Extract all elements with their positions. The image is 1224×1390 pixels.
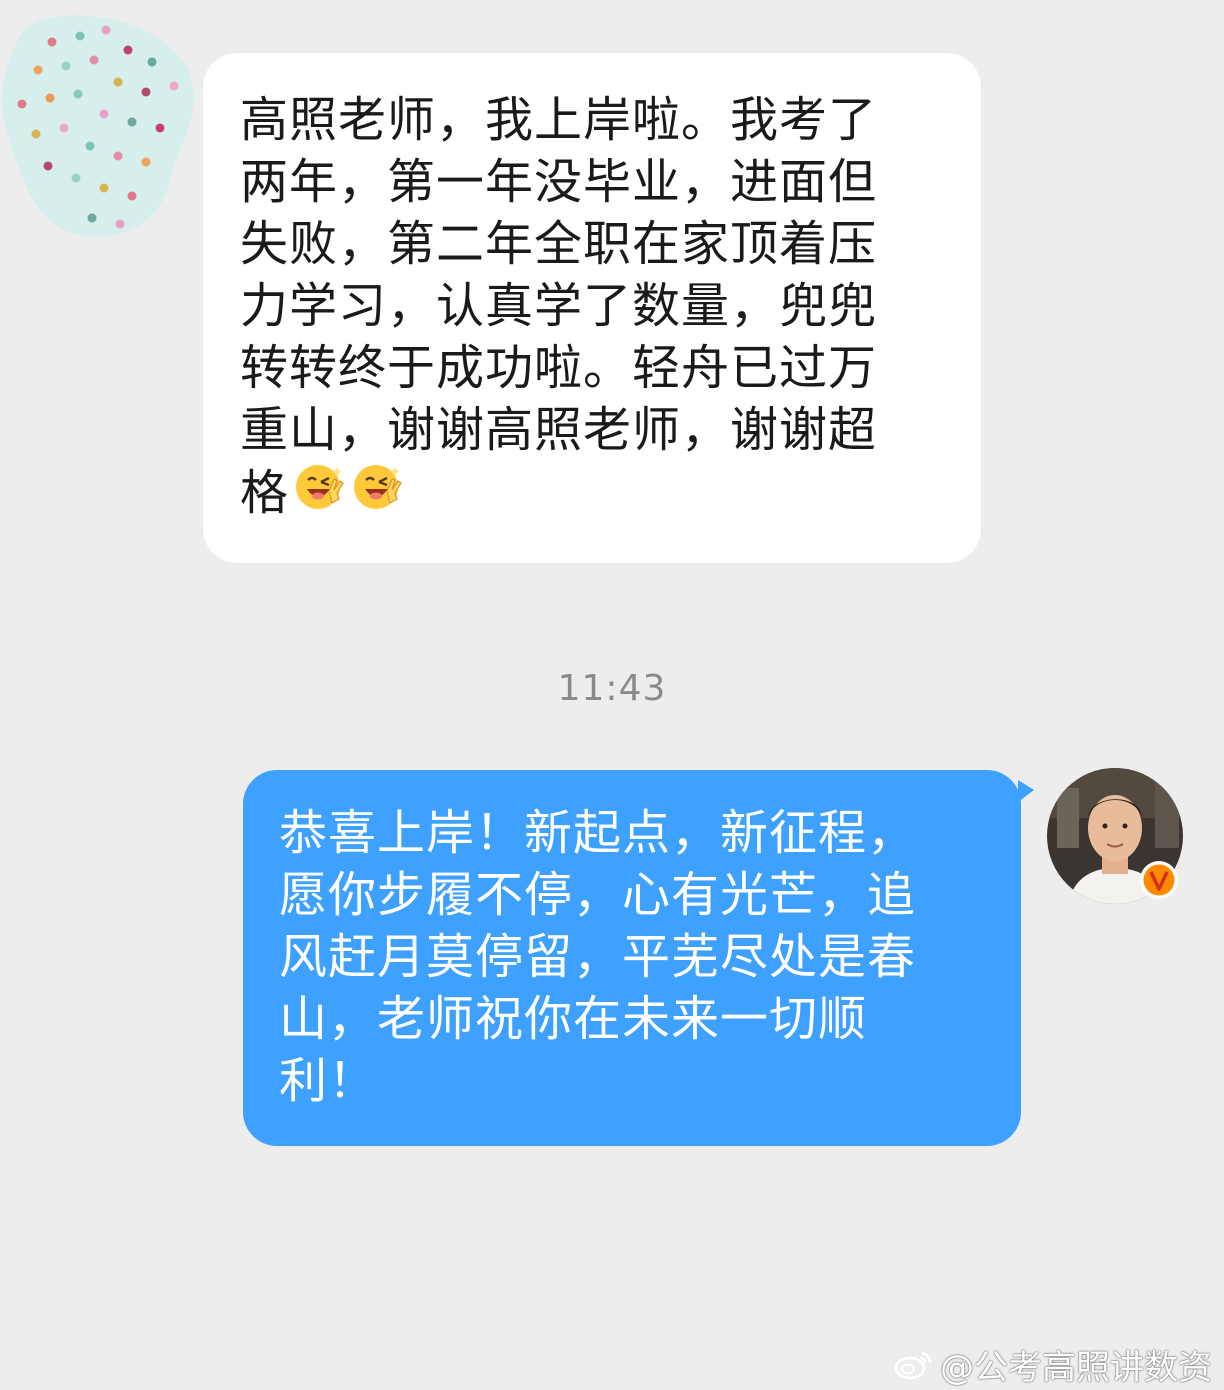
message-timestamp: 11:43 bbox=[557, 668, 667, 709]
message-line: 两年，第一年没毕业，进面但 bbox=[240, 154, 878, 210]
message-line: 恭喜上岸！新起点，新征程， bbox=[279, 805, 917, 861]
message-line: 失败，第二年全职在家顶着压 bbox=[240, 216, 878, 272]
message-line: 转转终于成功啦。轻舟已过万 bbox=[240, 340, 878, 396]
incoming-message-bubble[interactable]: 高照老师，我上岸啦。我考了 两年，第一年没毕业，进面但 失败，第二年全职在家顶着… bbox=[203, 53, 981, 563]
weibo-icon bbox=[894, 1351, 932, 1379]
message-line-last: 格 bbox=[240, 461, 951, 523]
outgoing-message-bubble[interactable]: 恭喜上岸！新起点，新征程， 愿你步履不停，心有光芒，追 风赶月莫停留，平芜尽处是… bbox=[243, 770, 1021, 1146]
message-line: 风赶月莫停留，平芜尽处是春 bbox=[279, 929, 917, 985]
contact-avatar[interactable] bbox=[0, 10, 200, 240]
message-line: 利！ bbox=[279, 1053, 378, 1109]
bubble-tail bbox=[1018, 780, 1034, 802]
verified-badge-icon bbox=[1140, 861, 1178, 899]
grin-wink-v-icon bbox=[354, 465, 402, 509]
grin-wink-v-icon bbox=[296, 465, 344, 509]
message-line: 力学习，认真学了数量，兜兜 bbox=[240, 278, 878, 334]
message-line-text: 格 bbox=[240, 465, 290, 521]
message-line: 高照老师，我上岸啦。我考了 bbox=[240, 92, 878, 148]
watermark-text: @公考高照讲数资 bbox=[940, 1348, 1212, 1388]
message-line: 山，老师祝你在未来一切顺 bbox=[279, 991, 868, 1047]
message-line: 重山，谢谢高照老师，谢谢超 bbox=[240, 402, 878, 458]
weibo-watermark: @公考高照讲数资 bbox=[894, 1340, 1212, 1389]
message-line: 愿你步履不停，心有光芒，追 bbox=[279, 867, 917, 923]
sender-avatar[interactable] bbox=[1047, 768, 1187, 908]
